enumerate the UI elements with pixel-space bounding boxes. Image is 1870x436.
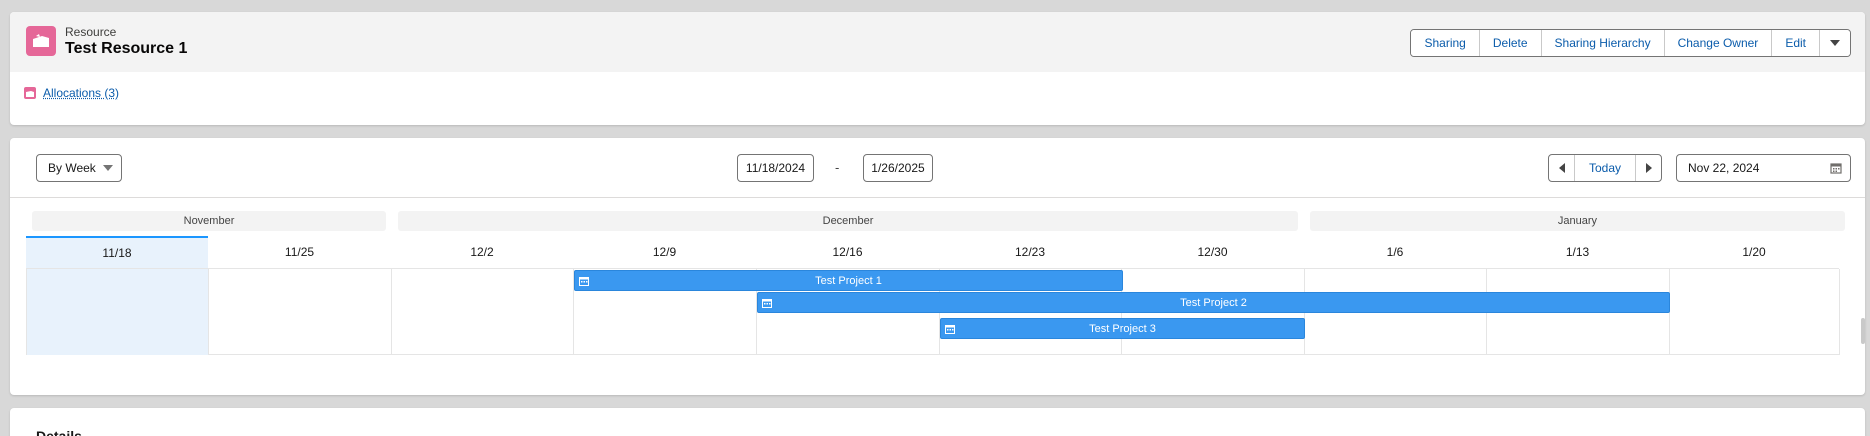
allocation-bar-test-project-3[interactable]: Test Project 3 (940, 318, 1305, 339)
record-header-card: Resource Test Resource 1 Sharing Delete … (10, 12, 1865, 125)
week-header: 1/13 (1565, 245, 1590, 259)
change-owner-button[interactable]: Change Owner (1664, 30, 1773, 56)
grid-column (1670, 269, 1840, 355)
top-strip (0, 0, 1870, 12)
range-start-input[interactable]: 11/18/2024 (737, 154, 814, 182)
month-label-november: November (32, 211, 386, 231)
sharing-hierarchy-button[interactable]: Sharing Hierarchy (1541, 30, 1665, 56)
allocations-link[interactable]: Allocations (3) (43, 86, 119, 100)
week-header: 12/9 (652, 245, 677, 259)
delete-button[interactable]: Delete (1479, 30, 1542, 56)
controls-divider (10, 197, 1865, 198)
chevron-down-icon (103, 165, 113, 171)
chevron-right-icon (1645, 163, 1652, 173)
timeline-grid: Test Project 1 Test Project 2 Test Proje… (26, 268, 1840, 355)
more-actions-button[interactable] (1820, 30, 1850, 56)
sharing-button[interactable]: Sharing (1411, 30, 1480, 56)
allocation-bar-label: Test Project 2 (1180, 296, 1247, 309)
allocation-bar-test-project-2[interactable]: Test Project 2 (757, 292, 1670, 313)
grid-column (392, 269, 574, 355)
grid-column (209, 269, 392, 355)
week-header: 12/30 (1197, 245, 1228, 259)
range-separator: - (835, 160, 840, 175)
chevron-down-icon (1830, 40, 1840, 46)
record-actions: Sharing Delete Sharing Hierarchy Change … (1410, 29, 1851, 57)
record-header: Resource Test Resource 1 Sharing Delete … (10, 12, 1865, 72)
grid-column-current (27, 269, 209, 355)
details-card: Details (10, 408, 1865, 436)
calendar-icon (762, 299, 772, 308)
view-mode-value: By Week (48, 161, 96, 175)
allocation-bar-test-project-1[interactable]: Test Project 1 (574, 270, 1123, 291)
week-header: 12/2 (470, 245, 494, 259)
view-mode-select[interactable]: By Week (36, 154, 122, 182)
week-header: 12/16 (832, 245, 863, 259)
chevron-left-icon (1558, 163, 1565, 173)
details-title: Details (36, 428, 82, 436)
edit-button[interactable]: Edit (1772, 30, 1820, 56)
range-end-input[interactable]: 1/26/2025 (863, 154, 933, 182)
month-label-december: December (398, 211, 1298, 231)
timeline-card: By Week 11/18/2024 - 1/26/2025 Today Nov… (10, 138, 1865, 395)
timeline-navigation: Today (1548, 154, 1662, 182)
week-header: 11/18 (26, 236, 208, 268)
month-label-january: January (1310, 211, 1845, 231)
week-header: 1/6 (1386, 245, 1404, 259)
date-picker-value: Nov 22, 2024 (1688, 161, 1760, 175)
allocation-bar-label: Test Project 3 (1089, 322, 1156, 335)
previous-button[interactable] (1549, 155, 1575, 181)
calendar-icon (945, 325, 955, 334)
record-title: Test Resource 1 (65, 40, 188, 57)
record-type-label: Resource (65, 25, 117, 39)
next-button[interactable] (1635, 155, 1661, 181)
today-button[interactable]: Today (1575, 155, 1635, 181)
week-header: 11/25 (284, 245, 315, 259)
related-list-allocations: Allocations (3) (24, 86, 119, 100)
week-header: 12/23 (1014, 245, 1046, 259)
allocation-icon (24, 87, 36, 99)
date-picker-input[interactable]: Nov 22, 2024 (1676, 154, 1851, 182)
calendar-icon (579, 277, 589, 286)
week-header: 1/20 (1742, 245, 1766, 259)
vertical-scrollbar[interactable] (1861, 318, 1865, 344)
briefcase-icon (26, 26, 56, 56)
allocation-bar-label: Test Project 1 (815, 274, 882, 287)
calendar-icon[interactable] (1830, 162, 1842, 174)
